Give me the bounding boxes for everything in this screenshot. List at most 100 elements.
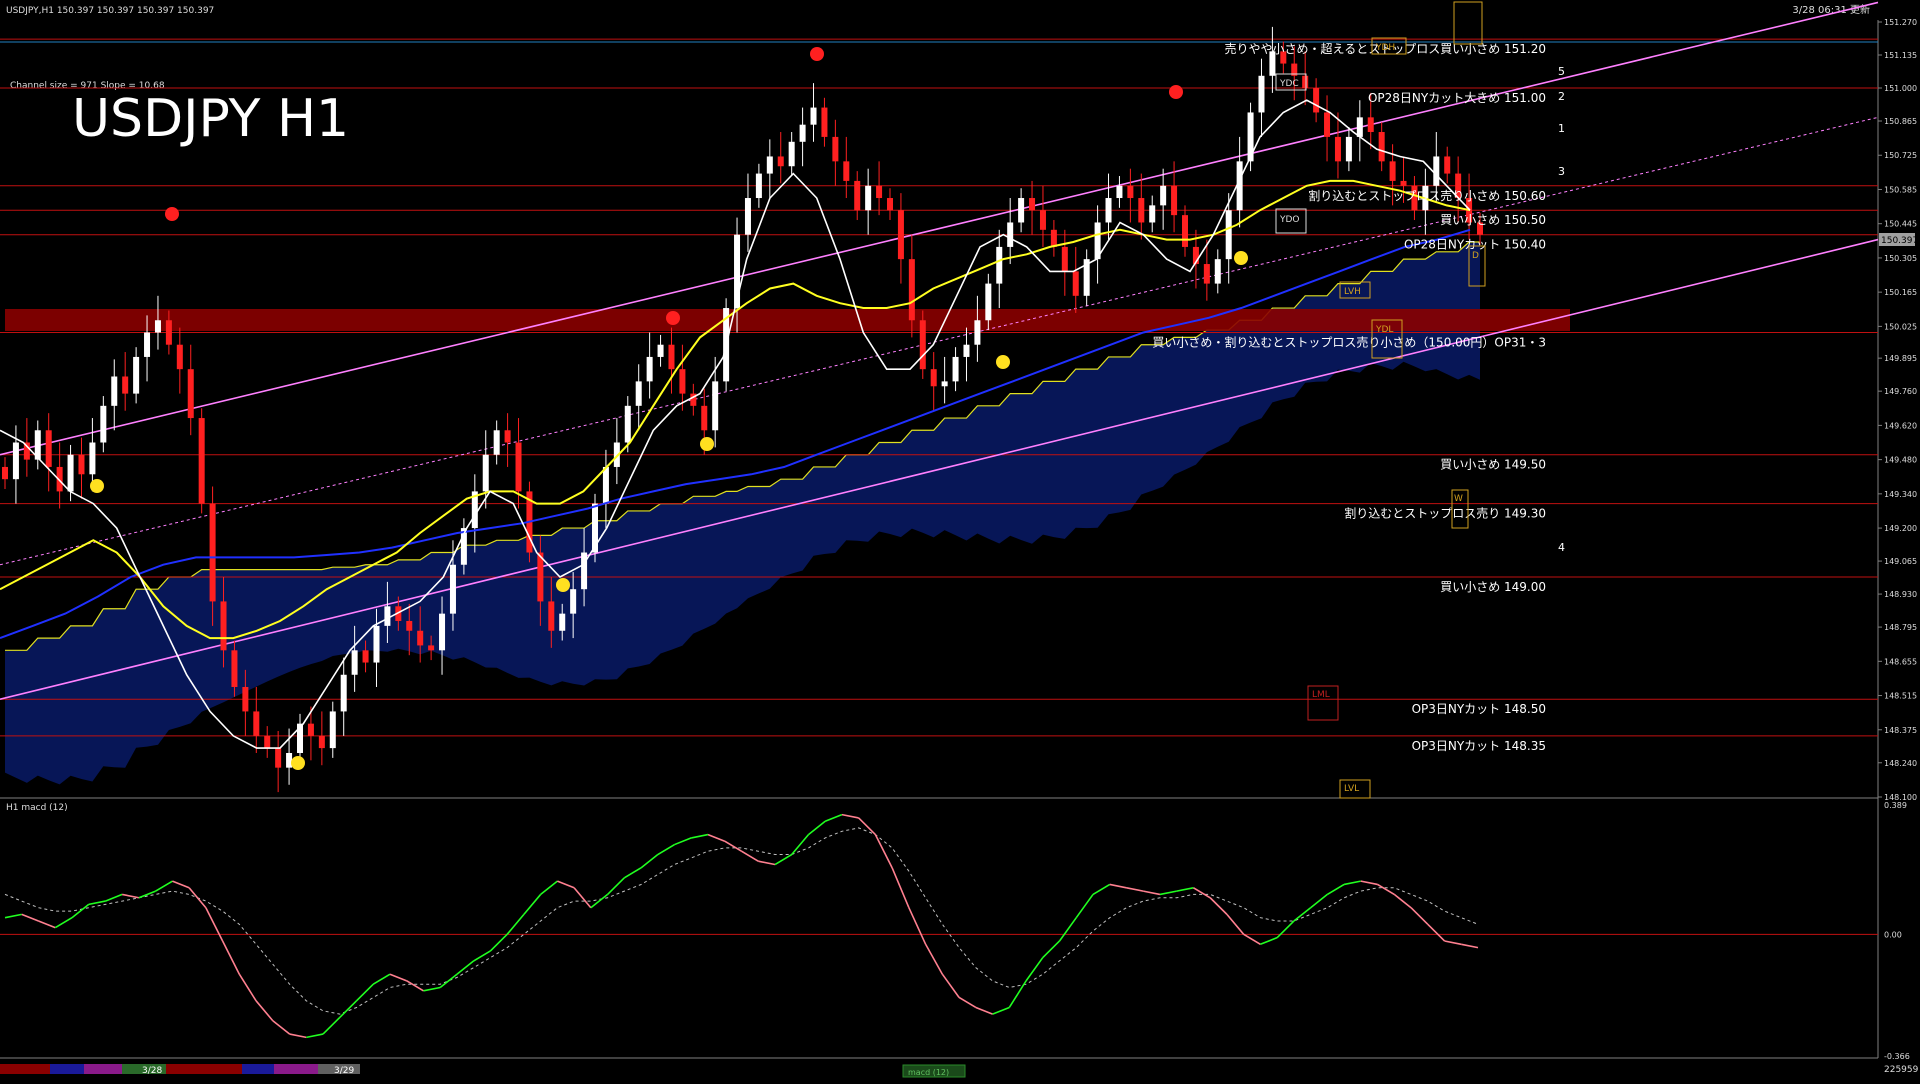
bull-candle [482,454,489,492]
bull-candle [581,552,588,590]
bear-candle [220,601,227,651]
bear-candle [187,369,194,419]
level-label: OP3日NYカット 148.35 [1412,739,1546,753]
bull-candle [351,650,358,675]
price-axis-label: 149.895 [1884,354,1917,363]
bear-candle [242,686,249,712]
bull-candle [952,356,959,382]
bull-candle [1149,205,1156,223]
level-label: OP3日NYカット 148.50 [1412,702,1546,716]
price-axis-label: 148.795 [1884,623,1917,632]
bear-candle [1378,132,1385,162]
bull-candle [974,320,981,345]
price-axis-label: 148.655 [1884,657,1917,666]
sell-signal-icon [666,311,680,325]
price-axis-label: 149.620 [1884,421,1917,430]
bear-candle [1203,264,1210,284]
level-label: OP28日NYカット 150.40 [1404,238,1546,252]
buy-signal-icon [1234,251,1248,265]
bear-candle [515,442,522,492]
bear-candle [198,418,205,504]
bull-candle [744,198,751,235]
bull-candle [1433,156,1440,186]
bear-candle [428,645,435,651]
bull-candle [1214,259,1221,284]
bull-candle [570,589,577,614]
level-label: 買い小さめ 150.50 [1440,213,1546,227]
price-axis-label: 149.480 [1884,456,1917,465]
price-axis-label: 150.025 [1884,322,1917,331]
price-axis-label: 151.270 [1884,18,1917,27]
bear-candle [275,748,282,768]
bull-candle [1160,185,1167,206]
bull-candle [788,141,795,167]
bull-candle [154,320,161,333]
bull-candle [624,405,631,443]
bear-candle [930,369,937,387]
bull-candle [133,356,140,394]
bull-candle [635,381,642,406]
bear-candle [122,376,129,394]
bull-candle [340,674,347,712]
macd-axis-label: -0.366 [1884,1052,1910,1061]
bear-candle [1389,161,1396,181]
ydo-label: YDO [1279,215,1300,225]
bear-candle [1127,185,1134,199]
macd-axis-label: 0.389 [1884,801,1907,810]
bull-candle [985,283,992,321]
ydh-label: YDH [1375,43,1395,53]
price-chart[interactable]: USDJPY,H1 150.397 150.397 150.397 150.39… [0,0,1920,1080]
price-axis-label: 149.760 [1884,387,1917,396]
bear-candle [1029,198,1036,211]
lml-label: LML [1312,690,1330,700]
bull-candle [89,442,96,475]
bear-candle [307,723,314,736]
bull-candle [996,246,1003,284]
bull-candle [941,381,948,387]
bear-candle [843,161,850,181]
bull-candle [1018,198,1025,223]
bull-candle [384,606,391,626]
chart-window: USDJPY,H1 150.397 150.397 150.397 150.39… [0,0,1920,1080]
level-label: 買い小さめ・割り込むとストップロス売り小さめ（150.00円）OP31・3 [1152,334,1546,349]
bear-candle [78,454,85,475]
bull-candle [1225,210,1232,260]
bear-candle [777,156,784,167]
buy-signal-icon [700,437,714,451]
macd-axis-label: 0.00 [1884,930,1902,939]
symbol-header: USDJPY,H1 150.397 150.397 150.397 150.39… [6,6,214,16]
bear-candle [253,711,260,736]
buy-signal-icon [556,578,570,592]
bull-candle [1258,75,1265,113]
bear-candle [176,344,183,370]
bear-candle [1,466,9,480]
date-label-2: 3/29 [334,1066,354,1076]
bull-candle [1356,117,1363,137]
sell-signal-icon [165,207,179,221]
bear-candle [1050,229,1057,247]
bull-candle [602,466,609,504]
bull-candle [810,107,817,125]
price-axis-label: 148.930 [1884,590,1917,599]
bear-candle [209,503,216,602]
bear-candle [318,735,325,749]
sell-signal-icon [1169,85,1183,99]
bear-candle [1324,112,1331,137]
bear-candle [679,369,686,394]
ydc-label: YDC [1279,79,1299,89]
wave-label-5: 5 [1558,65,1565,78]
bear-candle [919,320,926,370]
macd-panel-title: H1 macd (12) [6,803,68,813]
level-label: 買い小さめ 149.50 [1440,458,1546,472]
bear-candle [406,620,413,631]
bull-candle [111,376,118,406]
bull-candle [1116,185,1123,199]
price-axis-label: 149.065 [1884,557,1917,566]
bear-candle [1138,198,1145,223]
bull-candle [1007,222,1014,247]
wave-label-2: 2 [1558,90,1565,103]
price-axis-label: 150.725 [1884,151,1917,160]
bear-candle [165,320,172,345]
price-axis-label: 150.865 [1884,117,1917,126]
buy-signal-icon [90,479,104,493]
